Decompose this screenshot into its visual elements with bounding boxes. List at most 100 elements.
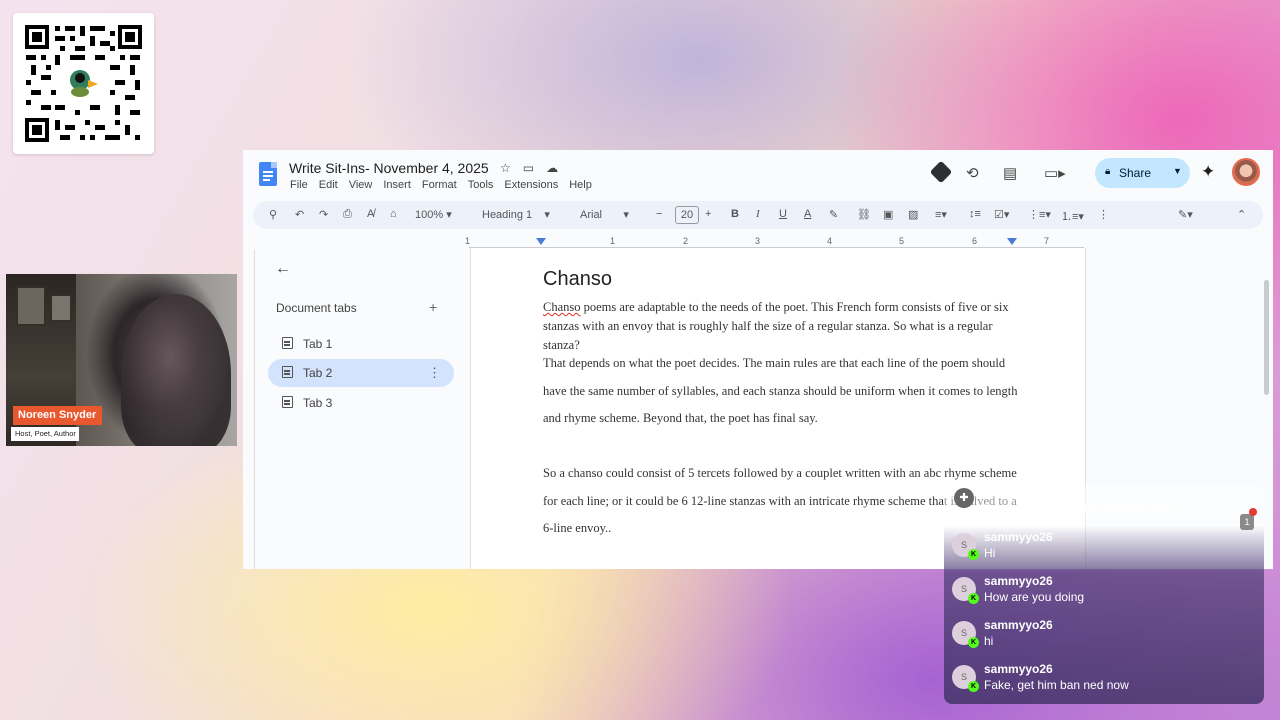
meet-icon[interactable]: ▭▸: [1044, 164, 1066, 182]
vertical-ruler: [243, 250, 255, 569]
redo-icon[interactable]: ↷: [319, 208, 328, 221]
qr-code-image: [22, 22, 145, 145]
docs-logo-icon[interactable]: [259, 162, 277, 186]
chat-text: Hi: [984, 546, 996, 560]
chat-text: How are you doing: [984, 590, 1085, 604]
account-avatar[interactable]: [1232, 158, 1260, 186]
chat-avatar: SK: [952, 621, 979, 648]
underline-icon[interactable]: U: [779, 208, 787, 220]
chat-avatar: SK: [952, 577, 979, 604]
cloud-status-icon[interactable]: ☁: [546, 161, 558, 175]
align-icon[interactable]: ≡▾: [935, 208, 947, 221]
left-indent-marker[interactable]: [536, 238, 546, 245]
tab-more-options-icon[interactable]: ⋮: [428, 365, 441, 381]
right-indent-marker[interactable]: [1007, 238, 1017, 245]
paragraph-style-select[interactable]: Heading 1 ▾: [482, 208, 550, 221]
tab-item-2[interactable]: Tab 2 ⋮: [268, 359, 454, 387]
chat-message: SK sammyyo26 Hi: [952, 530, 1252, 570]
title-actions: ☆ ▭ ☁: [500, 161, 570, 175]
checklist-icon[interactable]: ☑▾: [994, 208, 1009, 221]
menu-edit[interactable]: Edit: [319, 179, 338, 191]
menu-tools[interactable]: Tools: [468, 179, 494, 191]
lock-icon: 🔒︎: [1105, 166, 1111, 177]
search-menus-icon[interactable]: ⚲: [269, 208, 277, 221]
follow-alert-text: Thank you for the follow @sammyyo26: [984, 503, 1175, 515]
chat-avatar-letter: S: [960, 628, 967, 638]
document-heading: Chanso: [543, 268, 612, 290]
tab-item-1[interactable]: Tab 1: [268, 330, 454, 358]
add-tab-icon[interactable]: +: [429, 299, 437, 315]
tab-label: Tab 3: [303, 396, 333, 410]
document-paragraph: That depends on what the poet decides. T…: [543, 356, 1018, 425]
presenter-name-tag: Noreen Snyder: [13, 406, 102, 425]
stream-chat-overlay: ✚ Thank you for the follow @sammyyo26 1 …: [944, 486, 1264, 704]
style-value: Heading 1: [482, 209, 533, 221]
insert-image-icon[interactable]: ▨: [908, 208, 918, 221]
menu-help[interactable]: Help: [569, 179, 592, 191]
kick-platform-icon: K: [968, 593, 979, 604]
chat-username: sammyyo26: [984, 662, 1053, 676]
editing-mode-icon[interactable]: ✎▾: [1178, 208, 1193, 221]
bold-icon[interactable]: B: [731, 208, 739, 220]
ruler-number: 1: [465, 236, 471, 246]
gemini-sparkle-icon[interactable]: ✦: [1201, 162, 1215, 182]
paint-format-icon[interactable]: ⌂: [390, 208, 397, 220]
ruler-number: 4: [827, 236, 833, 246]
collapse-menus-icon[interactable]: ⌃: [1237, 208, 1246, 221]
zoom-select[interactable]: 100% ▾: [415, 208, 452, 221]
zoom-value: 100%: [415, 209, 444, 221]
italic-icon[interactable]: I: [756, 208, 760, 220]
chat-avatar: SK: [952, 533, 979, 560]
paragraph-text: poems are adaptable to the needs of the …: [543, 300, 1009, 352]
chevron-down-icon[interactable]: ▼: [1173, 166, 1182, 176]
chat-message: SK sammyyo26 How are you doing: [952, 574, 1252, 614]
undo-icon[interactable]: ↶: [295, 208, 304, 221]
chat-avatar-letter: S: [960, 672, 967, 682]
kick-platform-icon: K: [968, 637, 979, 648]
print-icon[interactable]: ⎙: [343, 208, 352, 221]
font-value: Arial: [580, 209, 603, 221]
bulleted-list-icon[interactable]: ⋮≡▾: [1028, 208, 1051, 221]
comments-icon[interactable]: ▤: [1003, 164, 1017, 182]
gemini-icon[interactable]: [929, 160, 953, 184]
decrease-font-size-icon[interactable]: −: [656, 208, 662, 220]
notification-badge: 1: [1240, 508, 1257, 530]
menu-format[interactable]: Format: [422, 179, 457, 191]
webcam-background: [50, 294, 72, 322]
tab-item-3[interactable]: Tab 3: [268, 389, 454, 417]
text-color-icon[interactable]: A: [804, 208, 811, 220]
menu-file[interactable]: File: [290, 179, 308, 191]
chat-avatar-letter: S: [960, 584, 967, 594]
chat-text: Fake, get him ban ned now: [984, 678, 1129, 692]
document-title[interactable]: Write Sit-Ins- November 4, 2025: [289, 160, 489, 176]
menu-view[interactable]: View: [349, 179, 373, 191]
document-tabs-heading: Document tabs: [276, 301, 357, 315]
font-size-input[interactable]: 20: [675, 206, 699, 224]
increase-font-size-icon[interactable]: +: [705, 208, 711, 220]
move-folder-icon[interactable]: ▭: [523, 161, 534, 175]
chat-username: sammyyo26: [984, 530, 1053, 544]
numbered-list-icon[interactable]: ⒈≡▾: [1061, 208, 1084, 224]
menu-insert[interactable]: Insert: [383, 179, 411, 191]
spellcheck-icon[interactable]: A̸: [367, 208, 374, 220]
chat-avatar-letter: S: [960, 540, 967, 550]
vertical-scrollbar[interactable]: [1264, 280, 1269, 395]
highlight-icon[interactable]: ✎: [829, 208, 838, 221]
menu-extensions[interactable]: Extensions: [504, 179, 558, 191]
font-select[interactable]: Arial ▾: [580, 208, 629, 221]
follow-alert-icon: ✚: [954, 488, 974, 508]
misspelled-word[interactable]: Chanso: [543, 300, 581, 314]
insert-link-icon[interactable]: ⛓: [857, 208, 871, 221]
webcam-person: [121, 294, 231, 446]
back-arrow-icon[interactable]: ←: [275, 260, 291, 278]
version-history-icon[interactable]: ⟲: [966, 164, 979, 182]
ruler-number: 1: [610, 236, 616, 246]
add-comment-icon[interactable]: ▣: [883, 208, 893, 221]
chat-username: sammyyo26: [984, 574, 1053, 588]
share-button[interactable]: 🔒︎ Share ▼: [1095, 158, 1190, 188]
more-options-icon[interactable]: ⋮: [1098, 208, 1109, 221]
star-icon[interactable]: ☆: [500, 161, 511, 175]
tab-icon: [282, 337, 293, 349]
document-paragraph: Chanso poems are adaptable to the needs …: [543, 298, 1023, 355]
line-spacing-icon[interactable]: ↕≡: [969, 208, 981, 220]
